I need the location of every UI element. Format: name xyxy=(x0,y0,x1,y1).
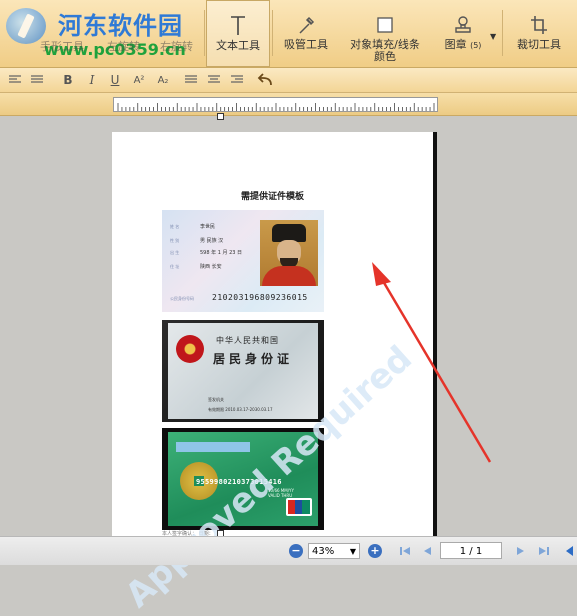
selection-handle-top[interactable] xyxy=(217,113,224,120)
text-tool-label: 文本工具 xyxy=(216,39,260,52)
bold-button[interactable]: B xyxy=(59,71,77,89)
id-name-label: 姓 名 xyxy=(170,224,180,229)
align-left-icon[interactable] xyxy=(6,71,24,89)
crop-tool-label: 裁切工具 xyxy=(517,38,561,51)
id-address-value: 陕西 长安 xyxy=(200,264,222,270)
align-right-icon[interactable] xyxy=(228,71,246,89)
eyedropper-tool-label: 吸管工具 xyxy=(284,38,328,51)
ruler-ticks xyxy=(117,103,435,111)
bank-card-image[interactable]: 9559980210373015416 10/66 MM/YY VALID TH… xyxy=(162,428,324,530)
id-birth-value: 598 年 1 月 23 日 xyxy=(200,250,243,256)
toolbar-divider xyxy=(502,10,503,56)
national-emblem-icon xyxy=(176,335,204,363)
underline-button[interactable]: U xyxy=(106,71,124,89)
id-card-front-image[interactable]: 姓 名 李世民 性 别 男 民族 汉 出 生 598 年 1 月 23 日 住 … xyxy=(162,210,324,312)
watermark-title: 河东软件园 xyxy=(58,12,183,40)
id-number-label: 公民身份号码 xyxy=(170,296,194,301)
page-number-field[interactable]: 1 / 1 xyxy=(440,542,502,559)
fill-stroke-label-line2: 颜色 xyxy=(374,50,396,63)
last-page-icon[interactable] xyxy=(537,544,551,558)
site-watermark: 河东软件园 www.pc0359.cn xyxy=(0,0,210,67)
eyedropper-icon xyxy=(296,13,316,37)
undo-icon[interactable] xyxy=(256,71,274,89)
align-left-paragraph-icon[interactable] xyxy=(182,71,200,89)
unionpay-logo-icon xyxy=(286,498,312,516)
stamp-count-badge: (5) xyxy=(470,41,482,50)
rotate-right-label[interactable]: 右旋转 xyxy=(160,38,193,54)
panel-toggle-icon[interactable] xyxy=(562,544,576,558)
bank-card-number: 9559980210373015416 xyxy=(196,478,282,486)
stamp-tool-label: 图章 xyxy=(444,38,467,51)
prev-page-icon[interactable] xyxy=(420,544,434,558)
color-square-icon xyxy=(375,13,395,37)
id-address-label: 住 址 xyxy=(170,264,180,269)
stamp-icon xyxy=(453,13,473,37)
bank-name-redaction xyxy=(176,442,250,452)
crop-icon xyxy=(529,13,549,37)
id-card-back-image[interactable]: 中华人民共和国 居民身份证 签发机关 有效期限 2010.03.17-2030.… xyxy=(162,320,324,422)
id-gender-label: 性 别 xyxy=(170,238,180,243)
chevron-down-icon: ▼ xyxy=(349,547,356,556)
id-validity-text: 有效期限 2010.03.17-2030.03.17 xyxy=(208,407,273,412)
id-country-text: 中华人民共和国 xyxy=(216,336,279,345)
toolbar-divider xyxy=(272,10,273,56)
zoom-select[interactable]: 43% ▼ xyxy=(308,543,360,559)
document-title[interactable]: 需提供证件模板 xyxy=(112,189,433,202)
eyedropper-tool-button[interactable]: 吸管工具 xyxy=(276,0,336,67)
format-toolbar: B I U A² A₂ xyxy=(0,68,577,93)
align-center-icon[interactable] xyxy=(205,71,223,89)
toolbar-divider xyxy=(204,10,205,56)
next-page-icon[interactable] xyxy=(514,544,528,558)
align-justify-icon[interactable] xyxy=(28,71,46,89)
italic-button[interactable]: I xyxy=(83,71,101,89)
horizontal-ruler[interactable] xyxy=(113,97,438,112)
text-cursor-icon xyxy=(228,14,248,38)
id-card-title-text: 居民身份证 xyxy=(213,352,294,366)
fill-stroke-label: 对象填充/线条 颜色 xyxy=(350,39,420,63)
document-page[interactable]: 需提供证件模板 姓 名 李世民 性 别 男 民族 汉 出 生 598 年 1 月… xyxy=(112,132,437,540)
id-portrait-photo xyxy=(260,220,318,286)
hand-tool-label[interactable]: 手形工具 xyxy=(40,38,84,54)
superscript-button[interactable]: A² xyxy=(130,71,148,89)
id-birth-label: 出 生 xyxy=(170,250,180,255)
document-canvas[interactable]: 需提供证件模板 姓 名 李世民 性 别 男 民族 汉 出 生 598 年 1 月… xyxy=(0,113,577,616)
zoom-out-button[interactable]: − xyxy=(289,544,303,558)
stamp-dropdown-icon[interactable]: ▼ xyxy=(490,32,496,41)
ruler-bar xyxy=(0,93,577,116)
id-issuer-text: 签发机关 xyxy=(208,397,224,402)
text-tool-button[interactable]: 文本工具 xyxy=(206,0,270,67)
subscript-button[interactable]: A₂ xyxy=(154,71,172,89)
id-name-value: 李世民 xyxy=(200,224,216,230)
stamp-tool-button[interactable]: 图章 (5) xyxy=(436,0,490,67)
zoom-in-button[interactable]: + xyxy=(368,544,382,558)
first-page-icon[interactable] xyxy=(398,544,412,558)
fill-stroke-color-button[interactable]: 对象填充/线条 颜色 xyxy=(342,0,428,67)
zoom-value: 43% xyxy=(312,546,335,557)
crop-tool-button[interactable]: 裁切工具 xyxy=(508,0,570,67)
main-toolbar: 河东软件园 www.pc0359.cn 手形工具 左旋转 右旋转 文本工具 吸管… xyxy=(0,0,577,68)
status-bar: − 43% ▼ + 1 / 1 xyxy=(0,536,577,565)
rotate-left-label[interactable]: 左旋转 xyxy=(107,38,140,54)
id-number-value: 210203196809236015 xyxy=(212,293,308,302)
id-gender-value: 男 民族 汉 xyxy=(200,238,224,244)
